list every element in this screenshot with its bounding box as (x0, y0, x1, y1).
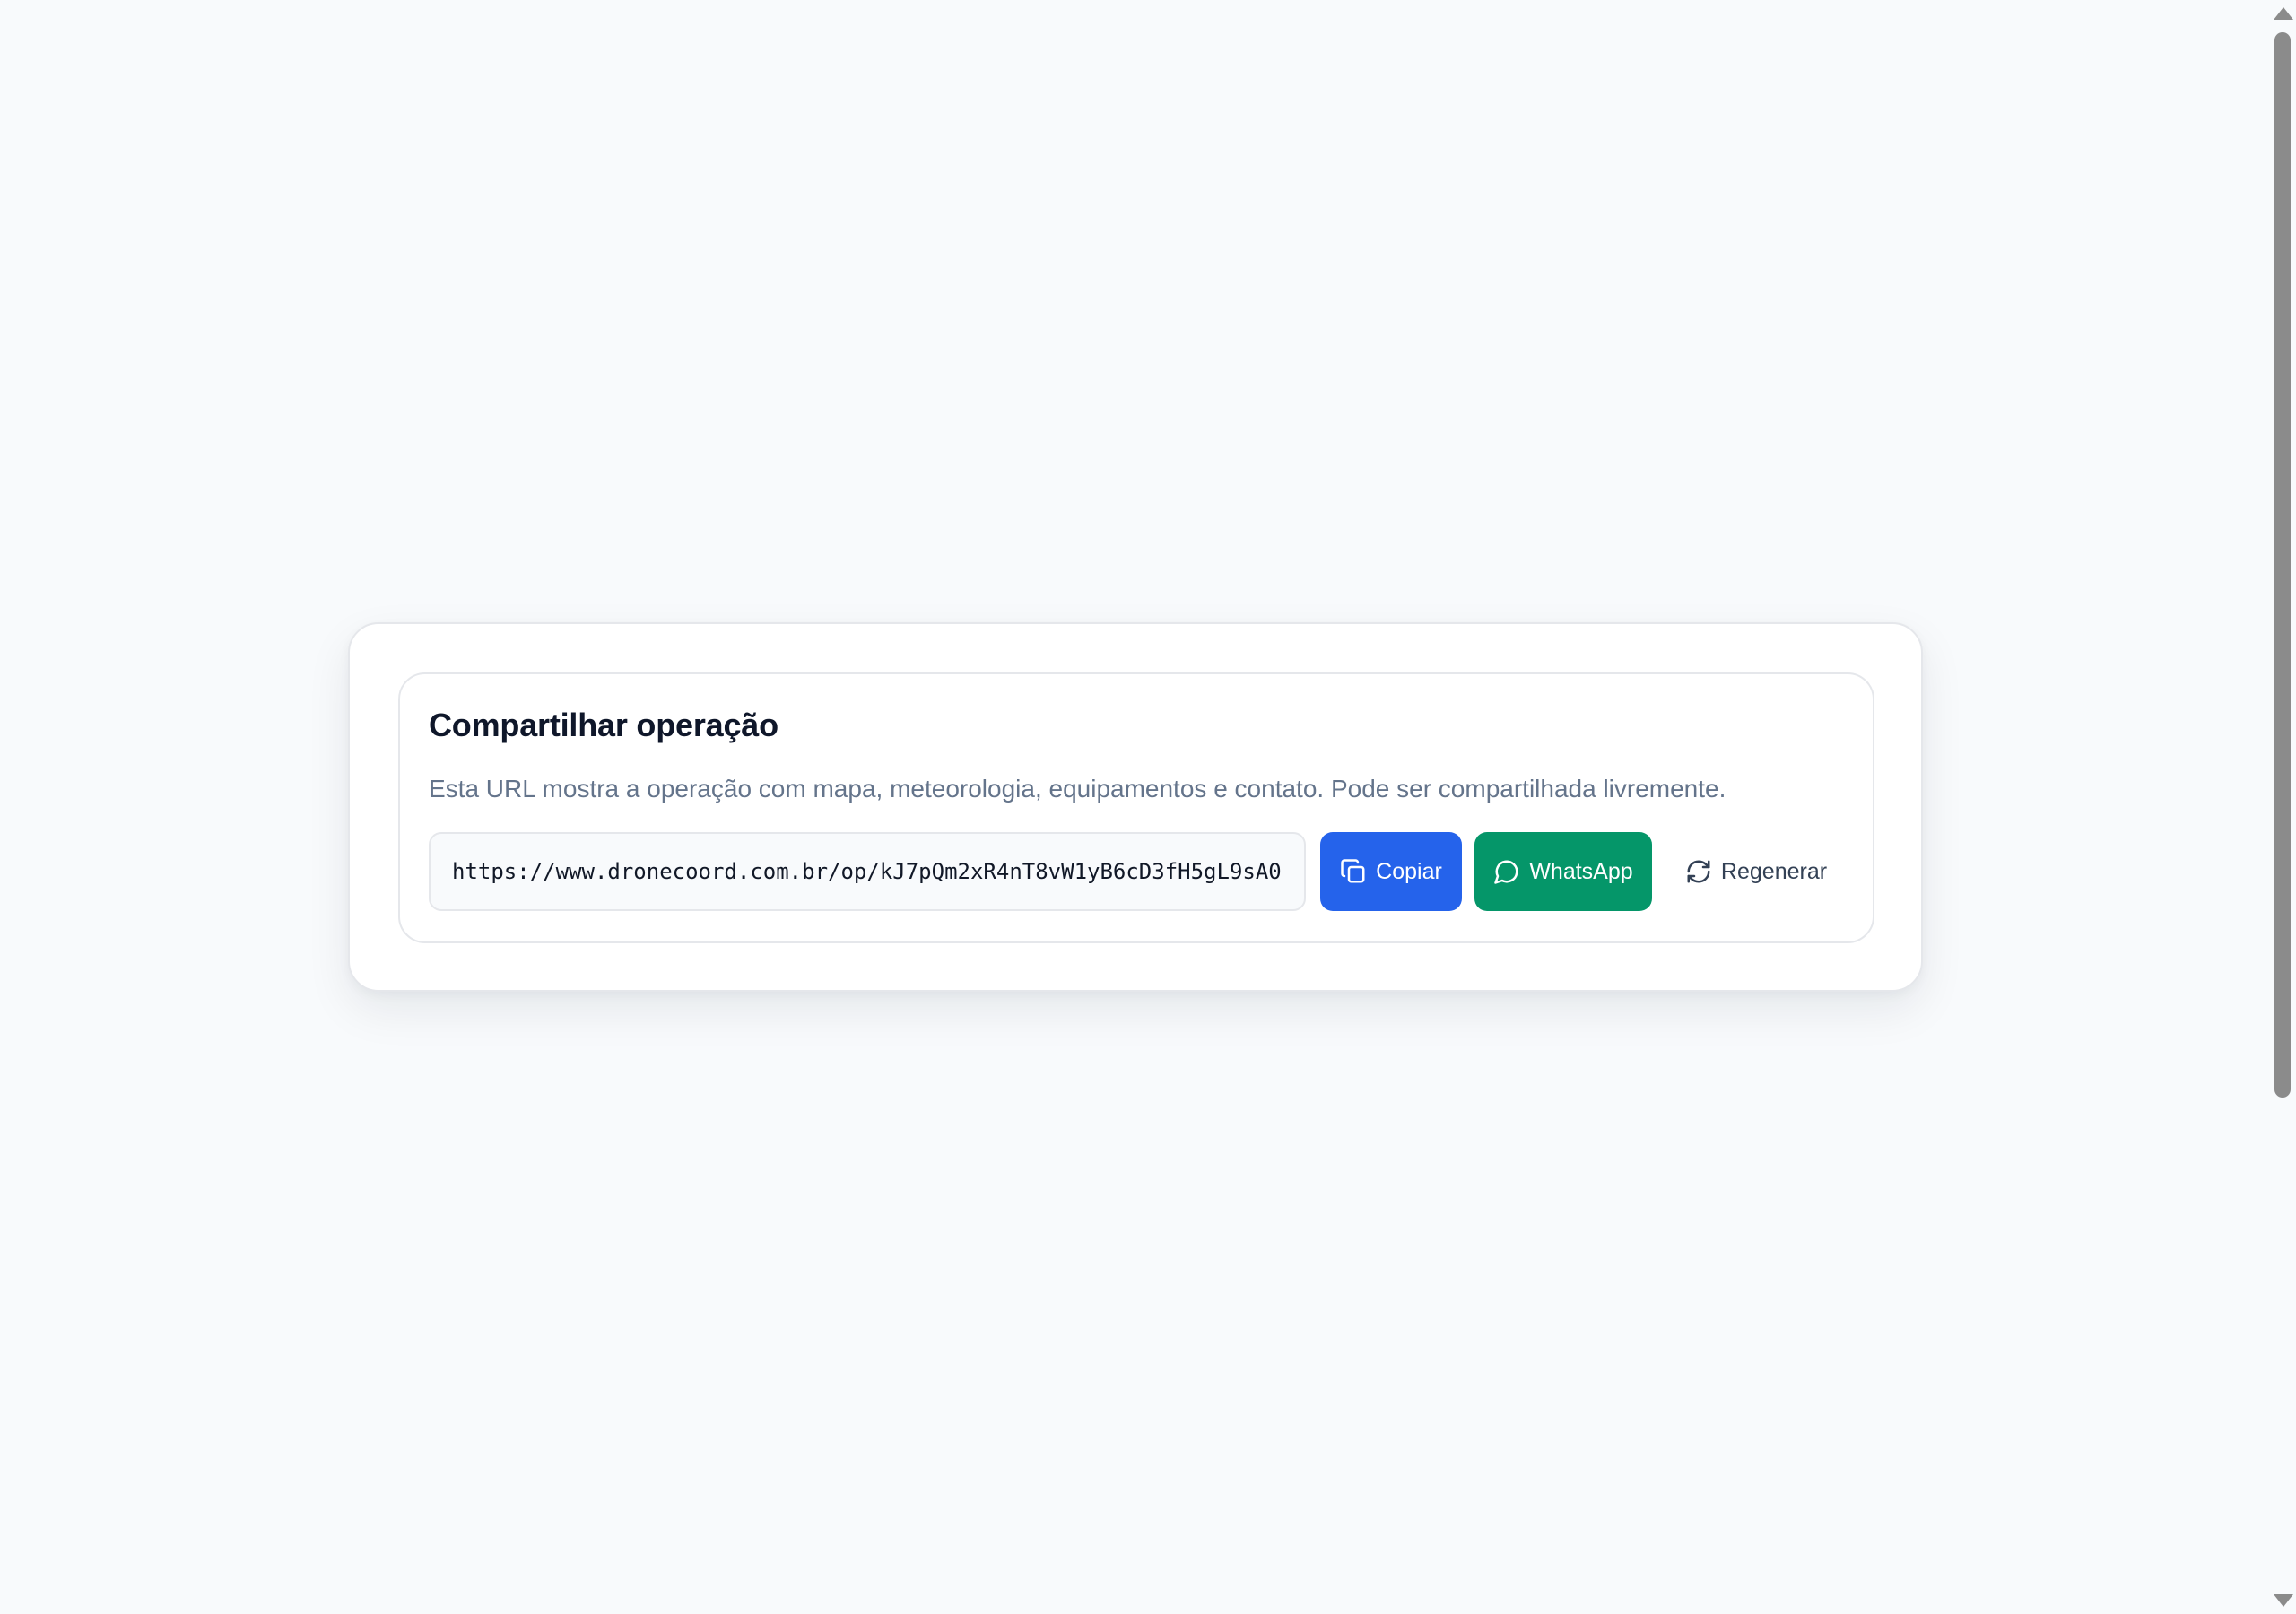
scroll-up-icon[interactable] (2274, 7, 2293, 20)
copy-icon (1341, 859, 1365, 883)
page: Compartilhar operação Esta URL mostra a … (0, 0, 2296, 1614)
share-description: Esta URL mostra a operação com mapa, met… (429, 775, 1726, 803)
share-url-input[interactable] (429, 832, 1306, 911)
whatsapp-button-label: WhatsApp (1529, 858, 1633, 884)
scroll-down-icon[interactable] (2274, 1594, 2293, 1607)
copy-button-label: Copiar (1376, 858, 1442, 884)
message-circle-icon (1494, 860, 1518, 884)
share-panel: Compartilhar operação Esta URL mostra a … (348, 622, 1923, 992)
share-title: Compartilhar operação (429, 707, 778, 743)
regenerate-button-label: Regenerar (1720, 858, 1828, 884)
whatsapp-button[interactable]: WhatsApp (1474, 832, 1652, 911)
refresh-icon (1687, 860, 1710, 883)
vertical-scrollbar[interactable] (2269, 0, 2296, 1614)
scrollbar-thumb[interactable] (2274, 32, 2291, 1098)
copy-button[interactable]: Copiar (1320, 832, 1462, 911)
regenerate-button[interactable]: Regenerar (1666, 832, 1846, 911)
share-card: Compartilhar operação Esta URL mostra a … (398, 672, 1874, 943)
